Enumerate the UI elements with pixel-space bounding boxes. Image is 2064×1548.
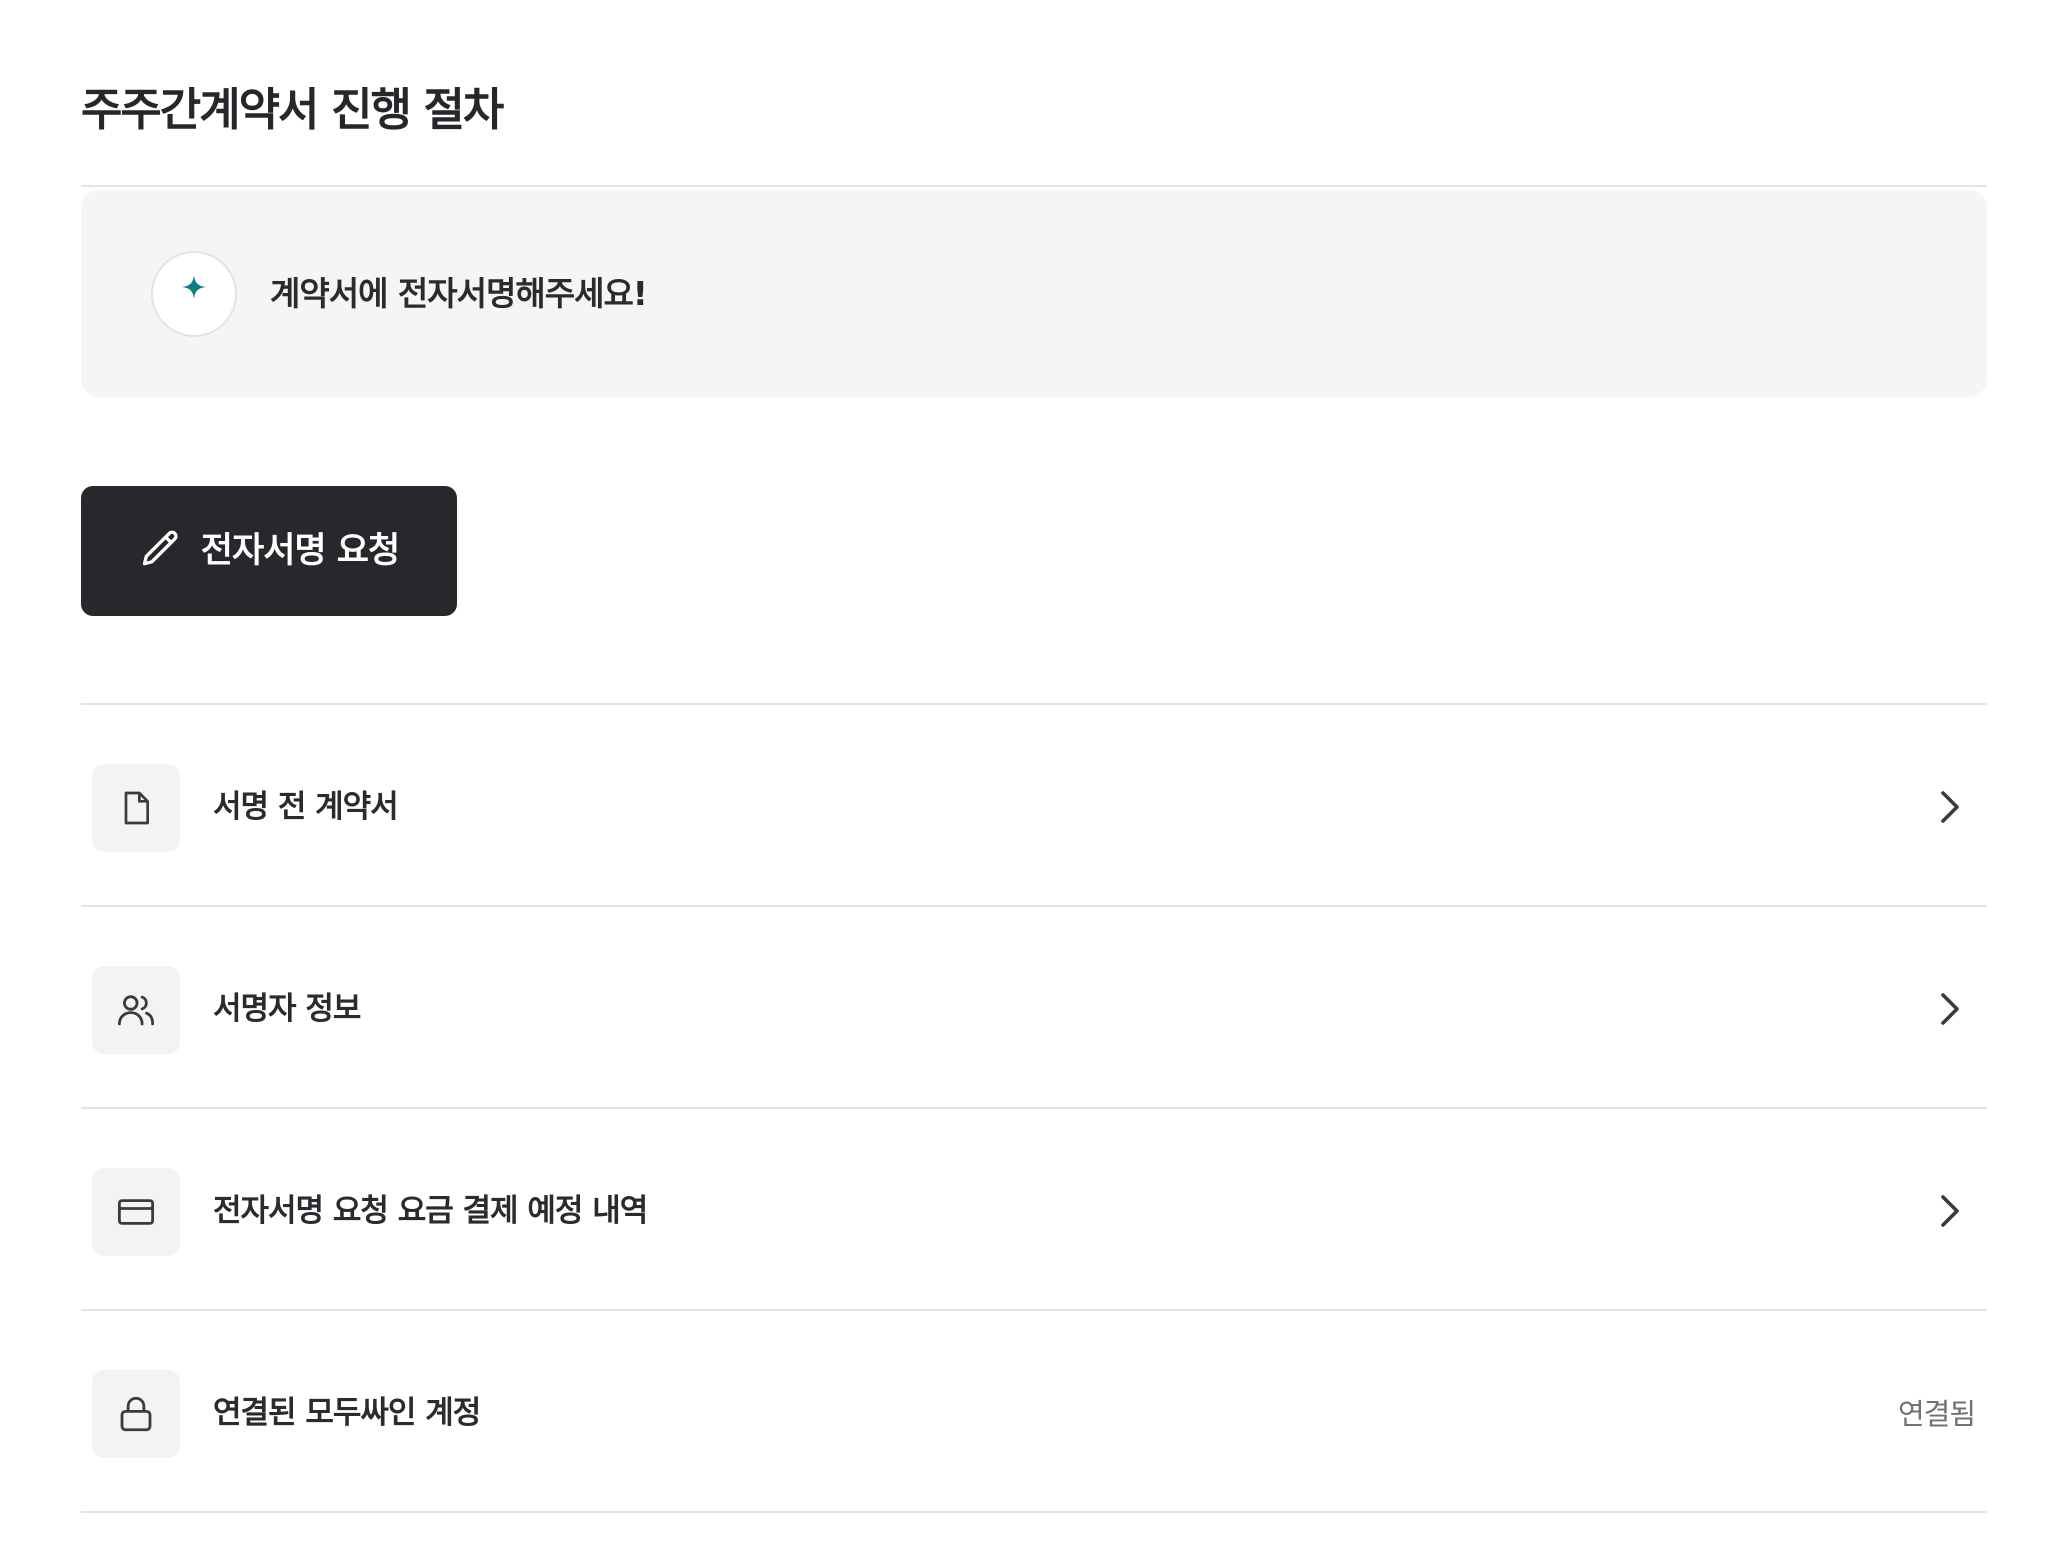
list-item-fee-payment[interactable]: 전자서명 요청 요금 결제 예정 내역 bbox=[81, 1109, 1987, 1309]
status-text: 연결됨 bbox=[1897, 1397, 1976, 1431]
item-label: 연결된 모두싸인 계정 bbox=[213, 1395, 481, 1431]
notice-banner: 계약서에 전자서명해주세요! bbox=[81, 190, 1987, 397]
list-divider bbox=[81, 1511, 1987, 1513]
document-icon bbox=[92, 764, 180, 852]
lock-icon bbox=[92, 1370, 180, 1458]
list-item-signer-info[interactable]: 서명자 정보 bbox=[81, 907, 1987, 1107]
item-label: 서명 전 계약서 bbox=[213, 789, 399, 825]
item-label: 서명자 정보 bbox=[213, 991, 361, 1027]
list-item-linked-account[interactable]: 연결된 모두싸인 계정 연결됨 bbox=[81, 1311, 1987, 1511]
users-icon bbox=[92, 966, 180, 1054]
procedure-list: 서명 전 계약서 서명자 정보 전자서명 요청 요금 결제 예정 내역 연결된 … bbox=[81, 703, 1987, 1513]
request-e-signature-button[interactable]: 전자서명 요청 bbox=[81, 486, 457, 616]
sparkle-icon bbox=[151, 251, 237, 337]
title-divider bbox=[81, 185, 1987, 187]
chevron-right-icon bbox=[1933, 1193, 1965, 1233]
item-label: 전자서명 요청 요금 결제 예정 내역 bbox=[213, 1193, 648, 1229]
chevron-right-icon bbox=[1933, 991, 1965, 1031]
page-title: 주주간계약서 진행 절차 bbox=[81, 83, 504, 136]
pencil-icon bbox=[139, 527, 183, 575]
request-e-signature-label: 전자서명 요청 bbox=[200, 531, 400, 571]
notice-text: 계약서에 전자서명해주세요! bbox=[270, 274, 648, 313]
credit-card-icon bbox=[92, 1168, 180, 1256]
chevron-right-icon bbox=[1933, 789, 1965, 829]
list-item-unsigned-contract[interactable]: 서명 전 계약서 bbox=[81, 705, 1987, 905]
